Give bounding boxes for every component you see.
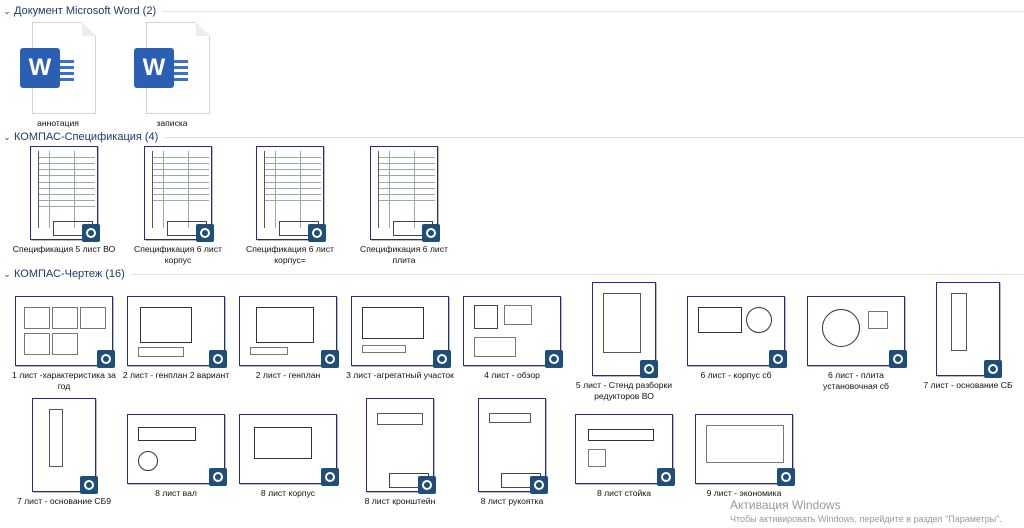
kompas-badge-icon [640,360,658,378]
file-item-drawing-9[interactable]: 7 лист - основание СБ [912,282,1024,391]
file-item-drawing-5[interactable]: 4 лист - обзор [456,296,568,381]
file-item-drawing-10[interactable]: 7 лист - основание СБ9 [8,398,120,507]
chevron-down-icon: ⌄ [3,131,11,142]
file-label: Спецификация 6 лист корпус= [246,244,334,265]
file-label: 8 лист корпус [260,488,316,498]
chevron-down-icon: ⌄ [3,268,11,279]
file-item-drawing-4[interactable]: 3 лист -агрегатный участок [344,296,456,381]
kompas-badge-icon [321,350,339,368]
kompas-badge-icon [209,468,227,486]
kompas-badge-icon [545,350,563,368]
word-file-icon: W [20,22,96,114]
drawing-thumbnail [127,296,227,368]
kompas-badge-icon [777,468,795,486]
file-label: 2 лист - генплан 2 вариант [122,370,230,380]
file-label: 7 лист - основание СБ9 [16,496,112,506]
file-item-drawing-3[interactable]: 2 лист - генплан [232,296,344,381]
kompas-badge-icon [321,468,339,486]
file-label: Спецификация 6 лист плита [360,244,448,265]
activation-watermark-title: Активация Windows [730,498,841,512]
kompas-badge-icon [196,224,214,242]
group-header-drawing[interactable]: ⌄ КОМПАС-Чертеж (16) [0,265,1024,283]
kompas-badge-icon [769,350,787,368]
kompas-badge-icon [984,360,1002,378]
kompas-badge-icon [308,224,326,242]
kompas-badge-icon [80,476,98,494]
file-label: 4 лист - обзор [484,370,540,380]
divider [164,136,1024,138]
drawing-thumbnail [463,296,563,368]
group-header-word[interactable]: ⌄ Документ Microsoft Word (2) [0,2,1024,20]
activation-watermark-subtitle: Чтобы активировать Windows, перейдите в … [730,514,1002,524]
file-label: 8 лист вал [155,488,197,498]
drawing-thumbnail [687,296,787,368]
file-item-drawing-11[interactable]: 8 лист вал [120,414,232,499]
kompas-badge-icon [422,224,440,242]
file-label: 5 лист - Стенд разборки редукторов ВО [575,380,673,401]
file-item-drawing-2[interactable]: 2 лист - генплан 2 вариант [120,296,232,381]
file-item-zapiska[interactable]: W записка [116,22,228,129]
file-label: 8 лист кронштейн [364,496,436,506]
drawing-thumbnail [32,398,98,494]
kompas-badge-icon [889,350,907,368]
file-label: 8 лист стойка [596,488,652,498]
file-item-drawing-1[interactable]: 1 лист -характеристика за год [8,296,120,392]
file-item-drawing-7[interactable]: 6 лист - корпус сб [680,296,792,381]
kompas-badge-icon [530,476,548,494]
drawing-thumbnail [239,414,339,486]
kompas-badge-icon [657,468,675,486]
drawing-thumbnail [936,282,1002,378]
file-item-drawing-13[interactable]: 8 лист кронштейн [344,398,456,507]
file-item-drawing-6[interactable]: 5 лист - Стенд разборки редукторов ВО [568,282,680,402]
group-title: КОМПАС-Спецификация (4) [14,131,159,143]
file-label: 6 лист - корпус сб [700,370,772,380]
divider [162,10,1024,12]
file-label: 1 лист -характеристика за год [12,370,116,391]
file-label: 3 лист -агрегатный участок [346,370,454,380]
spec-thumbnail [256,146,326,242]
chevron-down-icon: ⌄ [3,5,11,16]
spec-thumbnail [30,146,100,242]
drawing-thumbnail [592,282,658,378]
kompas-badge-icon [82,224,100,242]
drawing-thumbnail [478,398,548,494]
kompas-badge-icon [209,350,227,368]
drawing-thumbnail [807,296,907,368]
file-item-spec-4[interactable]: Спецификация 6 лист плита [348,146,460,266]
spec-thumbnail [144,146,214,242]
file-item-drawing-16[interactable]: 9 лист - экономика [688,414,800,499]
file-item-spec-3[interactable]: Спецификация 6 лист корпус= [234,146,346,266]
drawing-thumbnail [239,296,339,368]
file-label: 6 лист - плита установочная сб [823,370,889,391]
drawing-thumbnail [351,296,451,368]
divider [130,273,1024,275]
file-item-drawing-8[interactable]: 6 лист - плита установочная сб [800,296,912,392]
drawing-thumbnail [575,414,675,486]
drawing-thumbnail [695,414,795,486]
file-label: 8 лист рукоятка [480,496,544,506]
word-file-icon: W [134,22,210,114]
drawing-thumbnail [127,414,227,486]
file-label: Спецификация 5 лист ВО [12,244,116,254]
kompas-badge-icon [418,476,436,494]
file-item-annotation[interactable]: W аннотация [2,22,114,129]
group-title: Документ Microsoft Word (2) [14,5,157,17]
drawing-thumbnail [15,296,115,368]
file-label: 2 лист - генплан [255,370,321,380]
group-title: КОМПАС-Чертеж (16) [14,268,125,280]
file-item-drawing-14[interactable]: 8 лист рукоятка [456,398,568,507]
file-item-drawing-15[interactable]: 8 лист стойка [568,414,680,499]
file-label: 7 лист - основание СБ [923,380,1013,390]
file-item-drawing-12[interactable]: 8 лист корпус [232,414,344,499]
file-item-spec-2[interactable]: Спецификация 6 лист корпус [122,146,234,266]
group-header-spec[interactable]: ⌄ КОМПАС-Спецификация (4) [0,128,1024,146]
file-item-spec-1[interactable]: Спецификация 5 лист ВО [8,146,120,255]
drawing-thumbnail [366,398,436,494]
kompas-badge-icon [97,350,115,368]
kompas-badge-icon [433,350,451,368]
file-label: Спецификация 6 лист корпус [134,244,222,265]
spec-thumbnail [370,146,440,242]
